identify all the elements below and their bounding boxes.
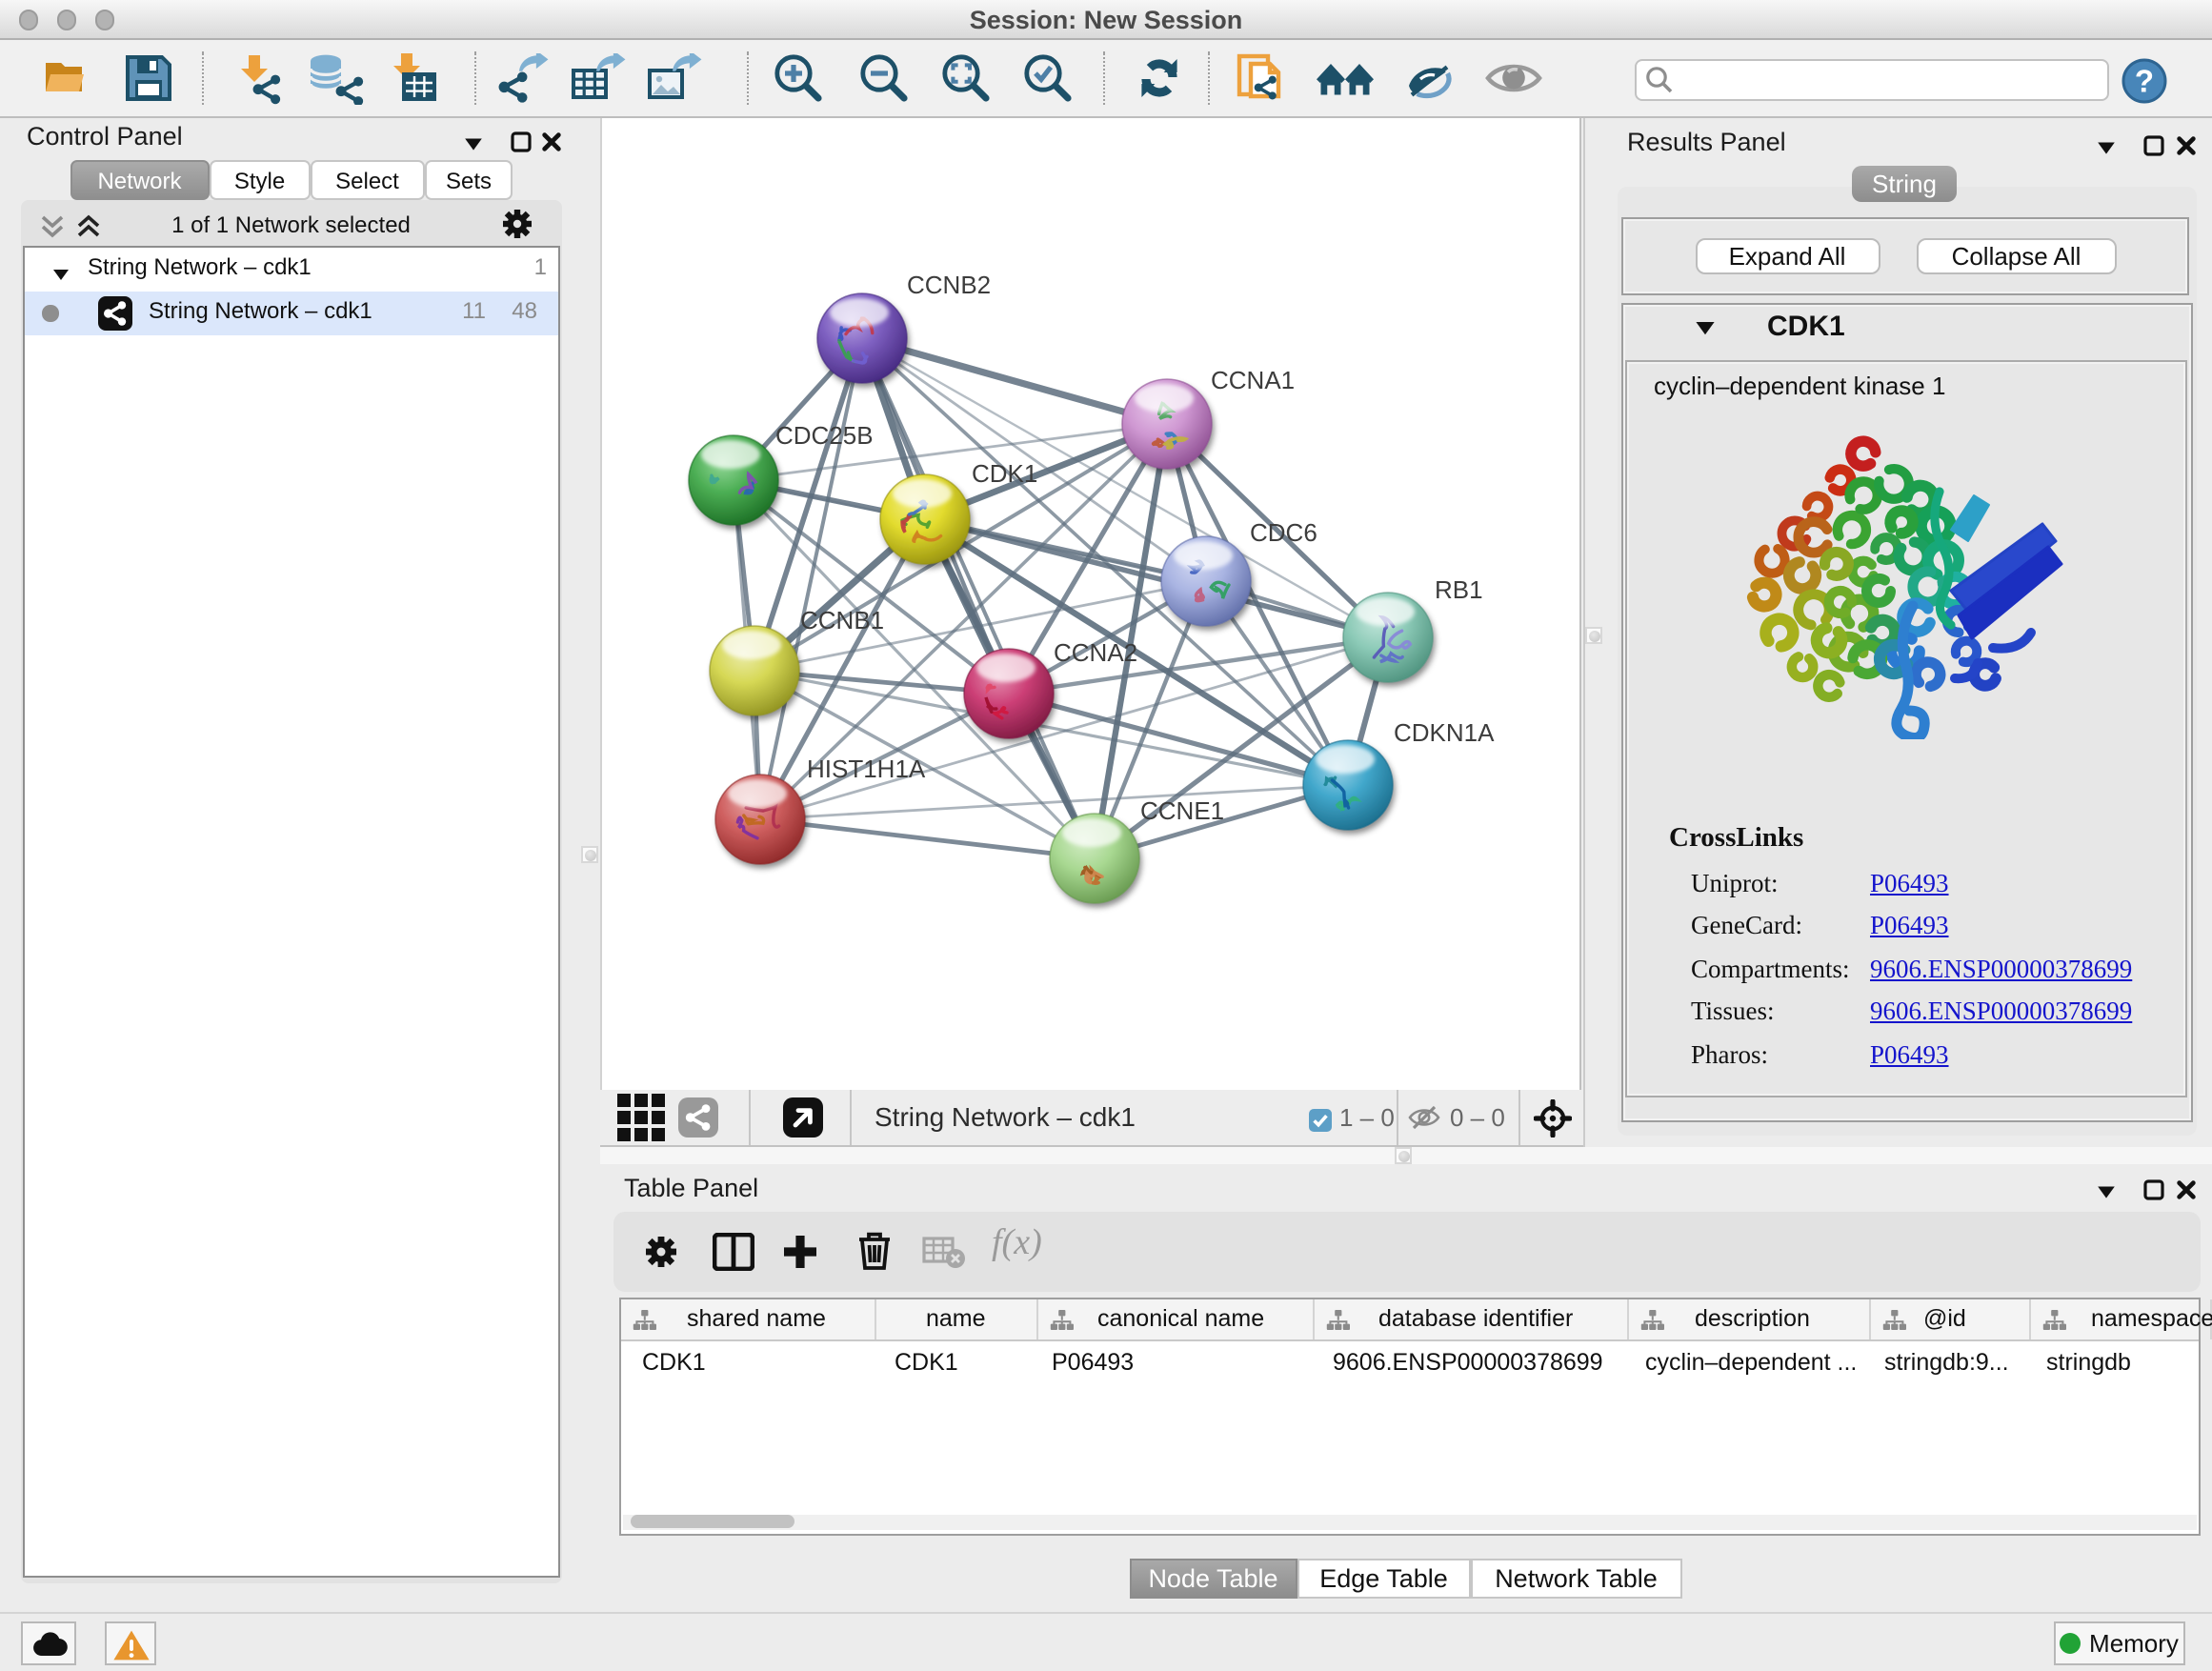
svg-text:?: ?: [2135, 63, 2154, 98]
